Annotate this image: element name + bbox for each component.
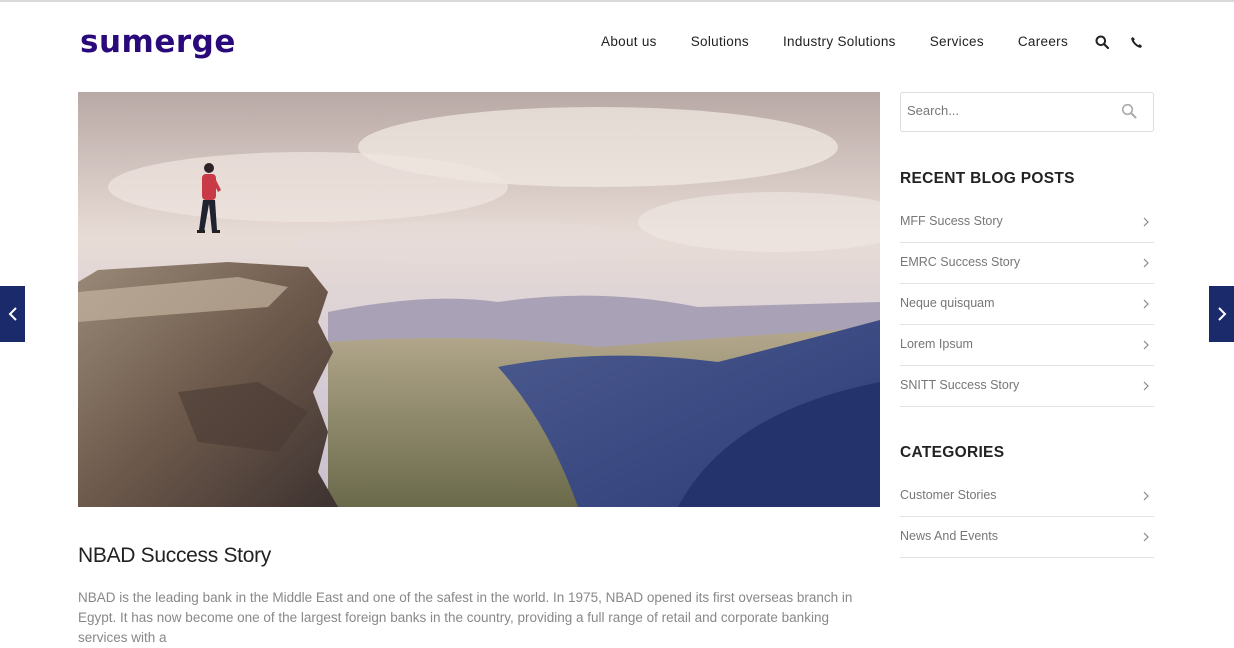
sumerge-logo[interactable]: sumerge	[80, 24, 236, 60]
recent-post-label: EMRC Success Story	[900, 255, 1021, 269]
nav-industry-solutions[interactable]: Industry Solutions	[783, 32, 896, 52]
chevron-right-icon	[1142, 379, 1150, 391]
search-input[interactable]	[907, 103, 1107, 118]
site-header: sumerge About us Solutions Industry Solu…	[0, 2, 1234, 92]
recent-post-item[interactable]: Lorem Ipsum	[900, 325, 1154, 366]
post-title: NBAD Success Story	[78, 544, 271, 567]
prev-post-arrow[interactable]	[0, 286, 25, 342]
recent-posts-title: RECENT BLOG POSTS	[900, 170, 1075, 187]
recent-post-label: SNITT Success Story	[900, 378, 1020, 392]
category-label: Customer Stories	[900, 488, 997, 502]
sidebar-search	[900, 92, 1154, 132]
recent-posts-list: MFF Sucess Story EMRC Success Story Nequ…	[900, 202, 1154, 407]
post-hero-image	[78, 92, 880, 507]
chevron-right-icon	[1142, 530, 1150, 542]
chevron-left-icon	[8, 307, 17, 321]
next-post-arrow[interactable]	[1209, 286, 1234, 342]
recent-post-item[interactable]: Neque quisquam	[900, 284, 1154, 325]
recent-post-label: Lorem Ipsum	[900, 337, 973, 351]
recent-post-label: Neque quisquam	[900, 296, 995, 310]
nav-services[interactable]: Services	[930, 32, 984, 52]
search-icon[interactable]	[1121, 103, 1139, 121]
main-nav: About us Solutions Industry Solutions Se…	[567, 32, 1144, 52]
categories-list: Customer Stories News And Events	[900, 476, 1154, 558]
recent-post-item[interactable]: SNITT Success Story	[900, 366, 1154, 407]
chevron-right-icon	[1217, 307, 1226, 321]
category-item[interactable]: News And Events	[900, 517, 1154, 558]
recent-post-item[interactable]: EMRC Success Story	[900, 243, 1154, 284]
nav-solutions[interactable]: Solutions	[691, 32, 749, 52]
chevron-right-icon	[1142, 338, 1150, 350]
nav-careers[interactable]: Careers	[1018, 32, 1068, 52]
categories-title: CATEGORIES	[900, 444, 1005, 461]
chevron-right-icon	[1142, 256, 1150, 268]
search-icon[interactable]	[1094, 32, 1110, 52]
recent-post-item[interactable]: MFF Sucess Story	[900, 202, 1154, 243]
category-item[interactable]: Customer Stories	[900, 476, 1154, 517]
chevron-right-icon	[1142, 297, 1150, 309]
chevron-right-icon	[1142, 215, 1150, 227]
recent-post-label: MFF Sucess Story	[900, 214, 1003, 228]
sidebar: RECENT BLOG POSTS MFF Sucess Story EMRC …	[900, 92, 1154, 558]
post-excerpt: NBAD is the leading bank in the Middle E…	[78, 590, 853, 645]
chevron-right-icon	[1142, 489, 1150, 501]
category-label: News And Events	[900, 529, 998, 543]
phone-icon[interactable]	[1128, 32, 1144, 52]
nav-about-us[interactable]: About us	[601, 32, 657, 52]
